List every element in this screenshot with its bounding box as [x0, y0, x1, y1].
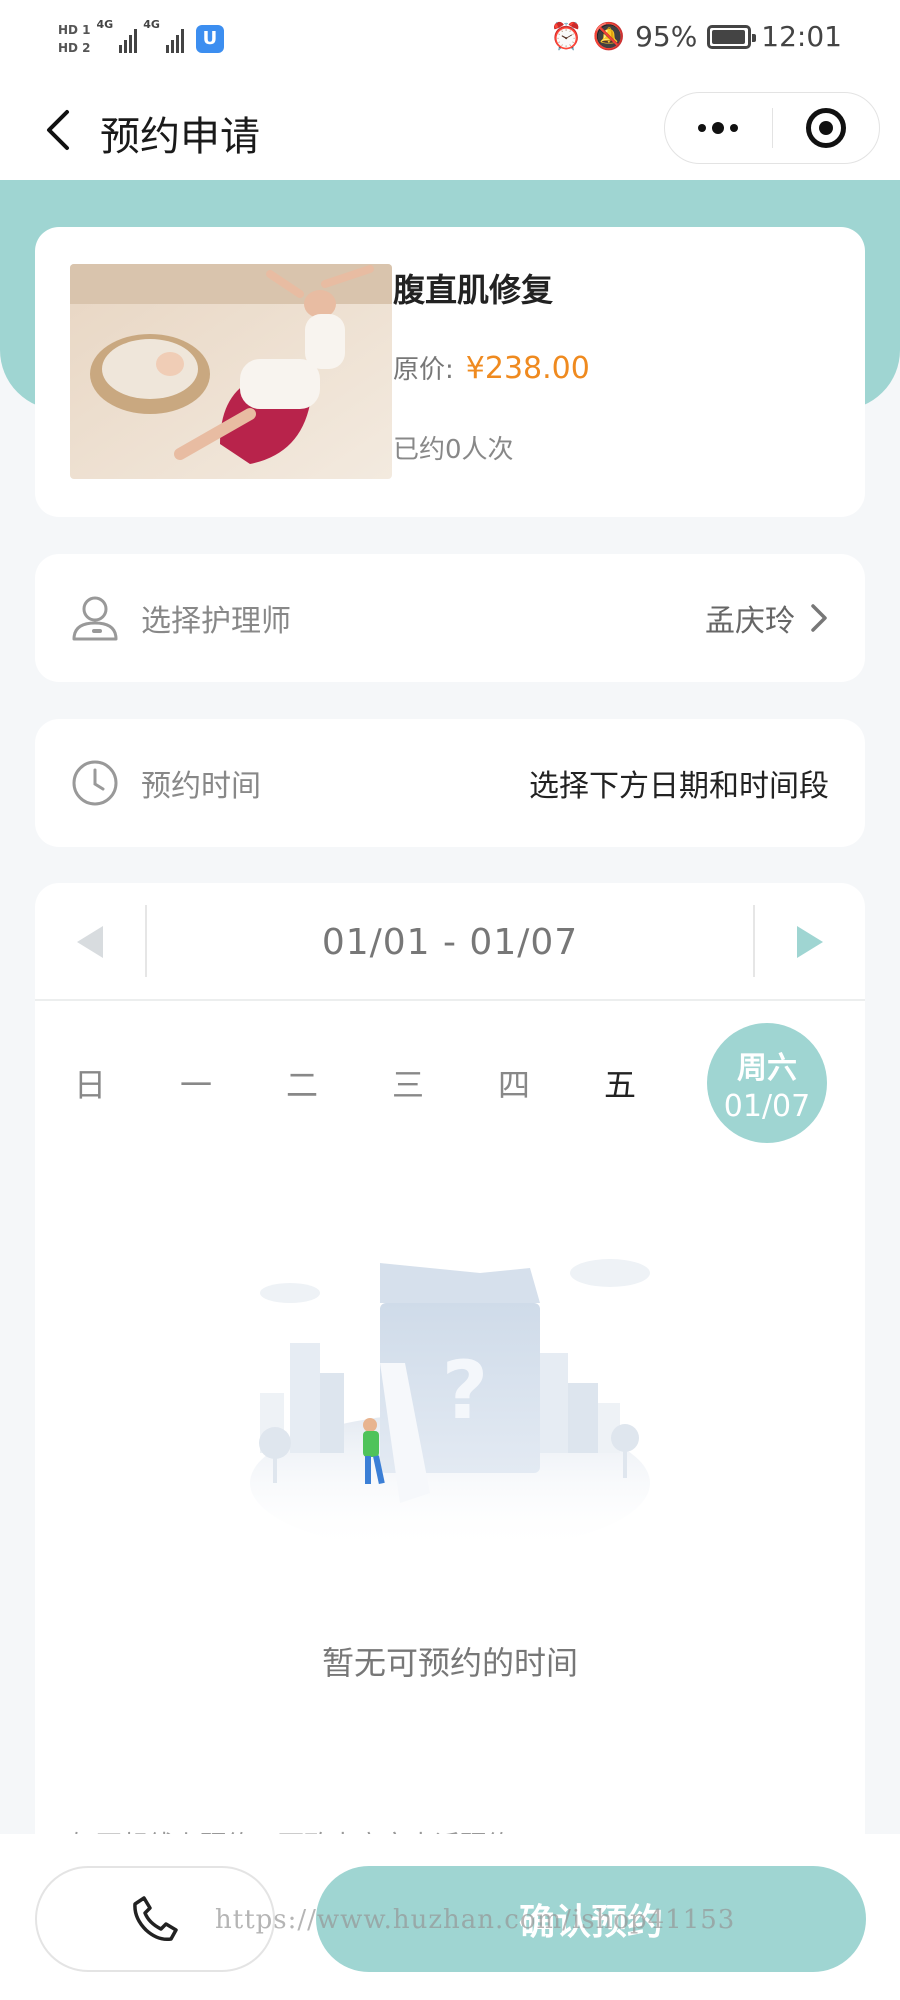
- more-dots-icon: [698, 122, 739, 134]
- product-card[interactable]: 腹直肌修复 原价: ¥238.00 已约0人次: [35, 227, 865, 517]
- next-week-button[interactable]: [755, 883, 865, 1001]
- weekday-fri[interactable]: 五: [560, 1023, 680, 1143]
- hd-indicators: HD 1 HD 2: [58, 23, 91, 55]
- select-nurse-row[interactable]: 选择护理师 孟庆玲: [35, 554, 865, 682]
- network1-label: 4G: [96, 18, 114, 31]
- price-row: 原价: ¥238.00: [393, 349, 590, 386]
- mute-icon: 🔕: [592, 21, 626, 52]
- chevron-right-icon: [811, 604, 827, 632]
- triangle-right-icon: [797, 926, 823, 958]
- battery-percent: 95%: [635, 20, 698, 53]
- status-bar: HD 1 HD 2 4G 4G U ⏰ 🔕 95% 12:01: [0, 0, 900, 80]
- clock-time: 12:01: [761, 20, 842, 53]
- nav-bar: 预约申请: [0, 80, 900, 180]
- network2-label: 4G: [143, 18, 160, 31]
- close-button[interactable]: [773, 93, 880, 163]
- empty-state-illustration: ?: [230, 1243, 670, 1583]
- back-button[interactable]: [30, 102, 86, 158]
- calendar-header: 01/01 - 01/07: [35, 883, 865, 1001]
- booked-count: 已约0人次: [393, 435, 514, 465]
- weekday-row: 日 一 二 三 四 五 周六 01/07: [35, 1023, 865, 1143]
- weekday-sun[interactable]: 日: [30, 1023, 150, 1143]
- mini-program-capsule: [664, 92, 880, 164]
- more-button[interactable]: [665, 93, 772, 163]
- watermark-text: https://www.huzhan.com/ishop41153: [215, 1905, 736, 1935]
- empty-state-text: 暂无可预约的时间: [321, 1644, 578, 1682]
- selected-day-date: 01/07: [723, 1088, 811, 1124]
- nurse-name: 孟庆玲: [705, 604, 795, 639]
- weekday-sat-selected[interactable]: 周六 01/07: [707, 1023, 827, 1143]
- hd1-label: HD 1: [58, 23, 91, 37]
- weekday-wed[interactable]: 三: [348, 1023, 468, 1143]
- phone-icon: [133, 1896, 178, 1942]
- price-value: ¥238.00: [465, 351, 590, 386]
- battery-fill: [712, 29, 745, 44]
- product-image: [70, 264, 392, 479]
- alarm-icon: ⏰: [550, 21, 583, 52]
- weekday-thu[interactable]: 四: [454, 1023, 574, 1143]
- battery-icon: [707, 24, 757, 49]
- week-range: 01/01 - 01/07: [321, 921, 579, 963]
- signal1-icon: [119, 25, 138, 53]
- weekday-mon[interactable]: 一: [136, 1023, 256, 1143]
- booking-time-row: 预约时间 选择下方日期和时间段: [35, 719, 865, 847]
- signal2-icon: [165, 25, 184, 53]
- select-nurse-label: 选择护理师: [141, 604, 291, 639]
- status-left: HD 1 HD 2 4G 4G U: [58, 14, 224, 64]
- selected-day-name: 周六: [737, 1050, 797, 1086]
- svg-text:?: ?: [442, 1344, 488, 1437]
- triangle-left-icon: [77, 926, 103, 958]
- target-icon: [805, 108, 846, 148]
- calendar-card: 01/01 - 01/07 日 一 二 三 四 五 周六 01/07 ? 暂无可…: [35, 883, 865, 2000]
- status-right: ⏰ 🔕 95% 12:01: [550, 20, 842, 53]
- price-label: 原价:: [393, 355, 454, 385]
- weekday-tue[interactable]: 二: [242, 1023, 362, 1143]
- booking-time-value: 选择下方日期和时间段: [529, 769, 829, 804]
- app-notification-icon: U: [195, 25, 224, 53]
- chevron-left-icon: [47, 110, 69, 150]
- page-title: 预约申请: [100, 114, 260, 160]
- selected-nurse: 孟庆玲: [705, 596, 829, 640]
- clock-icon: [69, 757, 121, 809]
- booking-time-label: 预约时间: [141, 769, 261, 804]
- product-name: 腹直肌修复: [393, 271, 554, 309]
- prev-week-button[interactable]: [35, 883, 145, 1001]
- hd2-label: HD 2: [58, 41, 91, 55]
- user-icon: [69, 592, 121, 644]
